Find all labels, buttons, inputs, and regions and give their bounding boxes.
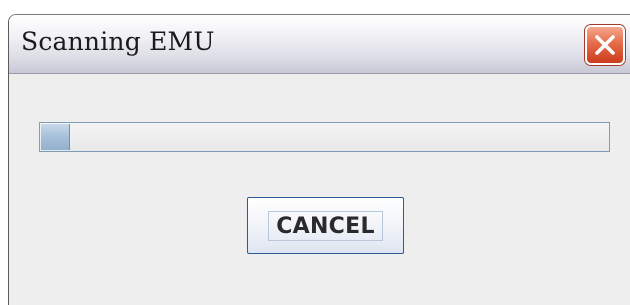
cancel-button-focus-ring: CANCEL: [268, 211, 383, 241]
title-bar[interactable]: Scanning EMU: [9, 15, 630, 74]
progress-bar: [39, 122, 610, 152]
scanning-dialog: Scanning EMU CANCEL: [8, 14, 630, 305]
window-title: Scanning EMU: [21, 27, 215, 56]
dialog-content: CANCEL: [9, 74, 630, 305]
close-button[interactable]: [585, 25, 625, 65]
cancel-button-label: CANCEL: [276, 213, 375, 239]
progress-fill: [41, 124, 70, 150]
close-icon: [595, 35, 615, 55]
cancel-button[interactable]: CANCEL: [247, 197, 404, 254]
